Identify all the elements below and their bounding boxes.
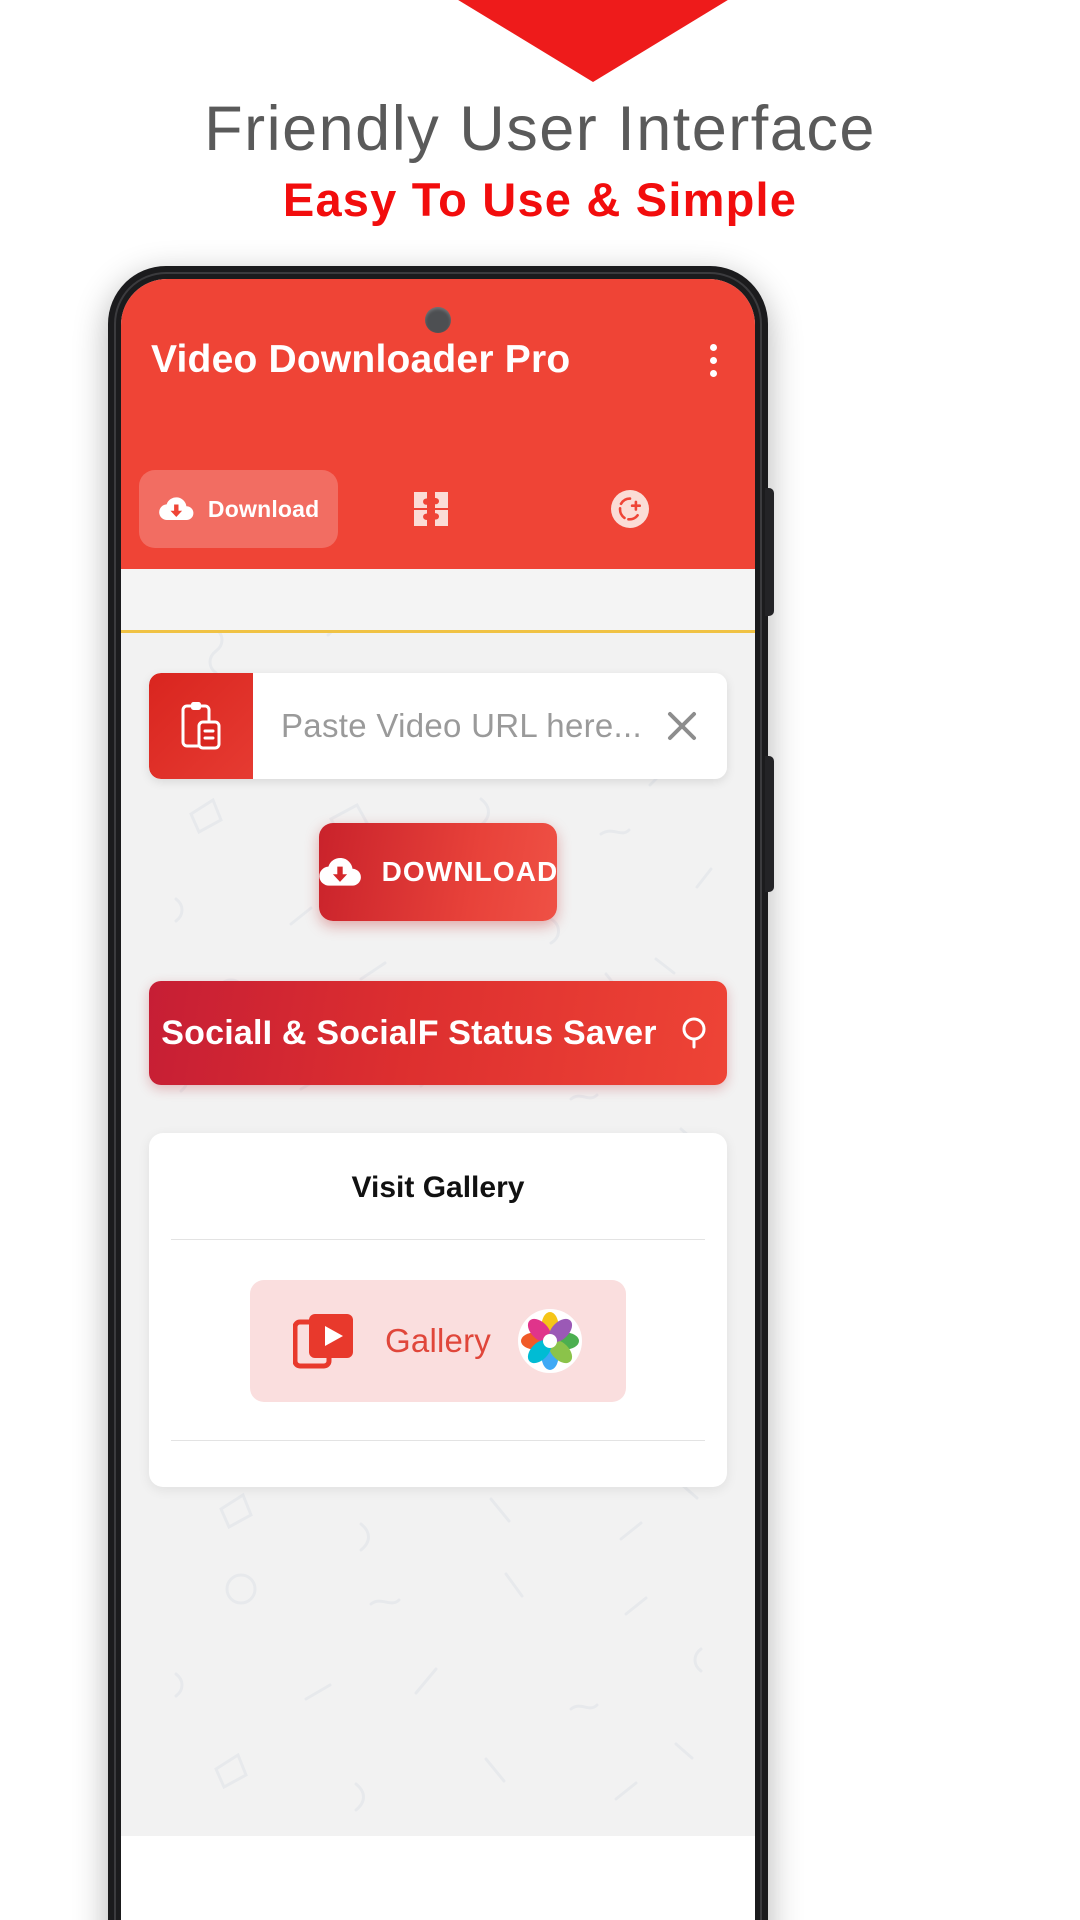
phone-power-button <box>765 756 774 892</box>
tab-download[interactable]: Download <box>139 470 339 548</box>
url-input-row: Paste Video URL here... <box>149 673 727 779</box>
gallery-card-footer <box>171 1441 705 1451</box>
more-vertical-icon[interactable] <box>693 337 733 383</box>
social-status-saver-label: SocialI & SocialF Status Saver <box>161 1013 657 1052</box>
visit-gallery-title: Visit Gallery <box>171 1133 705 1240</box>
tab-status[interactable] <box>538 470 737 548</box>
phone-screen: Video Downloader Pro Download Paste Vide… <box>121 279 755 1920</box>
gallery-button[interactable]: Gallery <box>250 1280 626 1402</box>
video-gallery-icon <box>293 1312 359 1370</box>
puzzle-piece-icon <box>411 489 451 529</box>
clipboard-paste-icon <box>178 700 224 752</box>
download-button-label: DOWNLOAD <box>381 856 559 887</box>
tab-download-label: Download <box>207 495 320 522</box>
page-subtitle: Easy To Use & Simple <box>282 173 798 226</box>
download-button[interactable]: DOWNLOAD <box>318 823 559 921</box>
cloud-download-icon <box>158 494 194 524</box>
tab-bar: Download <box>121 449 755 569</box>
search-icon <box>679 1015 715 1051</box>
close-x-icon[interactable] <box>661 705 703 747</box>
cloud-download-icon <box>318 854 362 891</box>
social-status-saver-banner[interactable]: SocialI & SocialF Status Saver <box>149 981 727 1085</box>
ad-banner-slot <box>121 569 755 633</box>
main-content: Paste Video URL here... DOWNLOAD SocialI… <box>121 569 755 1920</box>
gallery-button-label: Gallery <box>385 1322 491 1359</box>
app-bar: Video Downloader Pro <box>121 279 755 449</box>
promo-page: Friendly User Interface Easy To Use & Si… <box>0 0 1080 1920</box>
paste-button[interactable] <box>149 673 253 779</box>
front-camera-punchhole <box>425 307 451 333</box>
visit-gallery-card: Visit Gallery Gallery <box>149 1133 727 1487</box>
arrow-banner <box>0 0 1080 90</box>
download-button-wrap: DOWNLOAD <box>121 823 755 921</box>
phone-mockup: Video Downloader Pro Download Paste Vide… <box>108 266 774 1920</box>
tab-puzzle[interactable] <box>338 470 537 548</box>
page-title: Friendly User Interface <box>204 94 876 164</box>
phone-volume-button <box>765 488 774 616</box>
url-input-field[interactable]: Paste Video URL here... <box>253 673 727 779</box>
url-input-placeholder: Paste Video URL here... <box>281 707 642 744</box>
down-arrow-triangle-icon <box>445 0 741 82</box>
photos-flower-icon <box>517 1308 583 1374</box>
status-add-icon <box>609 488 651 530</box>
gallery-chip-wrap: Gallery <box>171 1240 705 1441</box>
app-title: Video Downloader Pro <box>151 338 571 381</box>
content-bottom-fill <box>121 1836 755 1920</box>
